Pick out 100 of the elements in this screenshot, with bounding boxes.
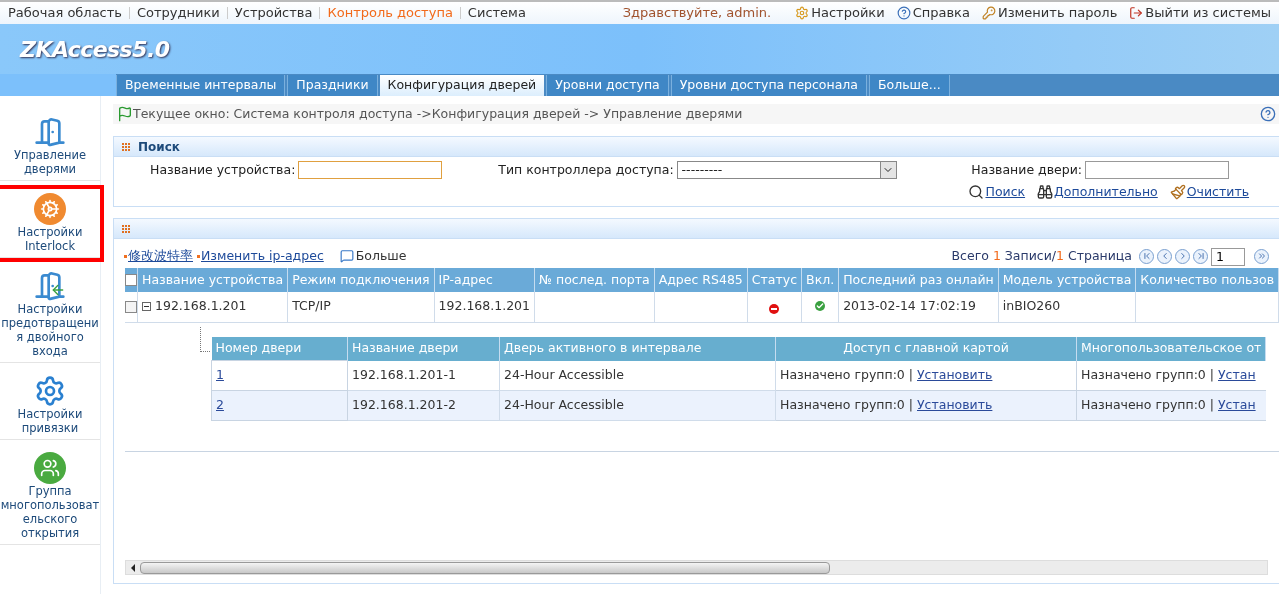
last-page-icon xyxy=(1195,251,1206,261)
sidebar-item[interactable]: Настройки привязки xyxy=(0,371,100,440)
toolbar-link[interactable]: 修改波特率 xyxy=(124,246,193,266)
search-action-link[interactable]: Дополнительно xyxy=(1037,183,1158,202)
tab[interactable]: Уровни доступа персонала xyxy=(670,75,867,96)
set-link[interactable]: Установить xyxy=(917,366,993,382)
grip-icon xyxy=(122,224,130,233)
sidebar-item[interactable]: Управление дверями xyxy=(0,112,100,181)
table-cell: 2013-02-14 17:02:19 xyxy=(838,292,999,322)
horizontal-scrollbar[interactable] xyxy=(125,560,1269,575)
door-number-link[interactable]: 1 xyxy=(216,367,224,383)
table-cell: 192.168.1.201-1 xyxy=(347,360,500,391)
logo: ZKAccess5.0 xyxy=(20,35,170,64)
field-label: Тип контроллера доступа: xyxy=(498,160,674,179)
search-action-link[interactable]: Очистить xyxy=(1169,183,1250,202)
sidebar-item[interactable]: Группа многопользовательского открытия xyxy=(0,448,100,545)
door-name-field[interactable] xyxy=(1085,161,1230,179)
header-link[interactable]: Изменить пароль xyxy=(981,3,1118,23)
assigned-groups-text: Назначено групп:0 | xyxy=(1081,366,1214,382)
set-link[interactable]: Устан xyxy=(1218,397,1256,413)
gears-icon xyxy=(34,375,66,407)
logout-icon xyxy=(1129,6,1144,20)
column-header: IP-адрес xyxy=(434,268,535,292)
column-header: Номер двери xyxy=(211,336,348,361)
go-page-button[interactable] xyxy=(1254,248,1270,264)
go-icon xyxy=(1256,251,1267,261)
header-link[interactable]: Справка xyxy=(896,3,970,23)
column-header: Вкл. xyxy=(801,268,839,292)
first-page-icon xyxy=(1141,251,1152,261)
greeting-text: Здравствуйте, admin. xyxy=(622,4,772,23)
column-header: Последний раз онлайн xyxy=(838,268,999,292)
set-link[interactable]: Установить xyxy=(917,397,993,413)
users-icon xyxy=(34,452,66,484)
controller-type-dropdown[interactable]: --------- xyxy=(676,161,897,179)
table-cell: 24-Hour Accessible xyxy=(499,360,776,391)
row-checkbox[interactable] xyxy=(125,300,137,313)
table-cell-text: 192.168.1.201 xyxy=(155,297,247,316)
column-header: Режим подключения xyxy=(287,268,435,292)
column-header: № послед. порта xyxy=(534,268,655,292)
grip-icon xyxy=(122,142,130,151)
header-link[interactable]: Настройки xyxy=(795,3,885,23)
gear-icon xyxy=(795,6,810,20)
flag-icon xyxy=(117,106,133,122)
help-icon xyxy=(896,6,911,20)
tab[interactable]: Временные интервалы xyxy=(116,75,286,96)
binoculars-icon xyxy=(1037,184,1054,201)
door-arrow-icon xyxy=(34,270,66,302)
table-cell: 192.168.1.201-2 xyxy=(347,390,500,421)
panel-title: Поиск xyxy=(138,138,180,156)
column-header: Название двери xyxy=(347,336,500,361)
column-header: Название устройства xyxy=(137,268,288,292)
assigned-groups-text: Назначено групп:0 | xyxy=(1081,397,1214,413)
field-label: Название двери: xyxy=(971,160,1083,179)
tab[interactable]: Конфигурация дверей xyxy=(379,75,545,96)
top-menu-item[interactable]: Система xyxy=(467,3,526,23)
column-header: Дверь активного в интервале xyxy=(499,336,776,361)
expand-toggle-icon[interactable] xyxy=(142,302,151,312)
device-name-field[interactable] xyxy=(298,161,443,179)
comment-icon xyxy=(339,249,354,263)
search-action-link[interactable]: Поиск xyxy=(968,183,1026,202)
column-header: Количество пользов xyxy=(1135,268,1279,292)
column-header: Многопользовательское от xyxy=(1076,336,1266,361)
header-link[interactable]: Выйти из системы xyxy=(1129,3,1271,23)
column-header: Статус xyxy=(747,268,802,292)
record-summary: Всего 1 Записи/1 Страница xyxy=(951,246,1133,265)
tab[interactable]: Больше... xyxy=(869,75,950,96)
pager-button[interactable] xyxy=(1157,248,1173,264)
table-cell: 24-Hour Accessible xyxy=(499,390,776,421)
more-menu-button[interactable]: Больше xyxy=(339,246,407,266)
breadcrumb-text: Текущее окно: Система контроля доступа ->Конфигурация дверей -> Управление дверями xyxy=(133,104,743,123)
pager-button[interactable] xyxy=(1139,248,1155,264)
broom-icon xyxy=(1169,184,1186,201)
column-header: Доступ с главной картой xyxy=(775,336,1077,361)
top-menu-item[interactable]: Сотрудники xyxy=(137,3,220,23)
select-all-checkbox[interactable] xyxy=(125,274,137,287)
column-header: Модель устройства xyxy=(998,268,1136,292)
set-link[interactable]: Устан xyxy=(1218,366,1256,382)
top-menu-item[interactable]: Рабочая область xyxy=(8,3,122,23)
pager-button[interactable] xyxy=(1175,248,1191,264)
field-label: Название устройства: xyxy=(150,160,296,179)
door-number-link[interactable]: 2 xyxy=(216,397,224,413)
toolbar-link[interactable]: Изменить ip-адрес xyxy=(197,246,324,266)
door-icon xyxy=(34,116,66,148)
sidebar-item[interactable]: Настройки Interlock xyxy=(0,189,100,258)
help-icon[interactable] xyxy=(1260,106,1277,122)
pager-button[interactable] xyxy=(1193,248,1209,264)
tab[interactable]: Уровни доступа xyxy=(546,75,669,96)
table-cell: TCP/IP xyxy=(287,292,435,322)
top-menu-item[interactable]: Устройства xyxy=(234,3,313,23)
sidebar-item[interactable]: Настройки предотвращения двойного входа xyxy=(0,266,100,363)
column-header: Адрес RS485 xyxy=(654,268,748,292)
table-cell: inBIO260 xyxy=(998,292,1136,322)
dropdown-caret-icon xyxy=(879,162,896,178)
search-icon xyxy=(968,184,985,201)
key-icon xyxy=(981,6,996,20)
assigned-groups-text: Назначено групп:0 | xyxy=(780,366,913,382)
tab[interactable]: Праздники xyxy=(287,75,378,96)
gears-icon xyxy=(34,193,66,225)
page-number-field[interactable]: 1 xyxy=(1211,248,1246,266)
assigned-groups-text: Назначено групп:0 | xyxy=(780,397,913,413)
